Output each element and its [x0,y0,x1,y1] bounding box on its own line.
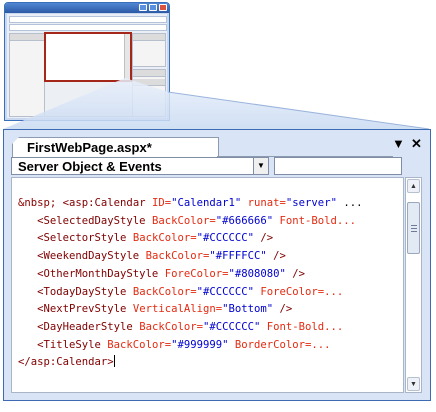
scroll-up-arrow-icon[interactable]: ▲ [407,179,420,193]
thumbnail-right-pane-top [132,33,166,67]
code-token: <DayHeaderStyle [18,320,140,333]
code-token: BorderColor=... [234,338,331,351]
code-line: &nbsp; <asp:Calendar ID="Calendar1" runa… [18,195,362,211]
code-token: /> [292,267,306,280]
code-line: <DayHeaderStyle BackColor="#CCCCCC" Font… [18,319,343,335]
code-token: <OtherMonthDayStyle [18,267,165,280]
code-token: &nbsp; [18,197,63,209]
code-token: <asp:Calendar [62,197,152,209]
thumbnail-menu-bar [9,16,167,23]
thumbnail-editor-highlight [44,32,132,82]
code-token: <WeekendDayStyle [18,250,146,263]
pane-header [10,34,44,41]
maximize-icon [149,4,157,11]
document-tab-label: FirstWebPage.aspx* [27,140,152,155]
code-line: </asp:Calendar> [18,354,115,370]
code-token: BackColor= [132,285,197,298]
code-token: BackColor= [139,320,203,333]
code-line: <TodayDayStyle BackColor="#CCCCCC" ForeC… [18,284,343,300]
code-line: <SelectedDayStyle BackColor="#666666" Fo… [18,213,356,229]
code-token: "server" [285,197,344,209]
code-token: "Calendar1" [171,197,248,209]
code-token: Font-Bold... [266,320,344,333]
text-caret [113,355,115,368]
document-tab[interactable]: FirstWebPage.aspx* [12,137,219,158]
code-token: /> [273,250,286,263]
code-line: <WeekendDayStyle BackColor="#FFFFCC" /> [18,248,286,264]
vertical-scrollbar[interactable]: ▲ ▼ [405,177,422,393]
pane-header [133,79,165,86]
minimize-icon [139,4,147,11]
code-token: "#CCCCCC" [196,232,261,245]
code-text-area[interactable]: &nbsp; <asp:Calendar ID="Calendar1" runa… [11,177,404,393]
pane-header [133,34,165,41]
scrollbar-thumb[interactable] [407,202,420,254]
code-token: <NextPrevStyle [18,303,133,316]
code-token: <SelectorStyle [18,232,133,245]
grip-line [411,228,417,229]
code-token: <TitleSyle [18,338,108,351]
grip-line [411,231,417,232]
thumbnail-editor-scrollbar [124,34,130,80]
ide-window-thumbnail [4,2,170,121]
code-token: "#666666" [215,214,280,227]
thumbnail-right-pane-bottom [132,69,166,117]
code-editor-panel: FirstWebPage.aspx* ▼ ✕ Server Object & E… [3,129,431,401]
code-token: "#808080" [228,267,293,280]
code-token: "Bottom" [222,303,280,316]
code-token: ForeColor=... [260,285,344,298]
code-line: <TitleSyle BackColor="#999999" BorderCol… [18,337,331,353]
object-selector-value: Server Object & Events [18,159,162,174]
close-icon[interactable]: ✕ [411,137,422,151]
event-selector-field[interactable] [274,157,402,175]
code-token: ForeColor= [164,267,229,280]
thumbnail-toolbar [9,24,167,31]
code-line: <NextPrevStyle VerticalAlign="Bottom" /> [18,301,292,317]
object-selector-dropdown[interactable]: Server Object & Events ▼ [11,157,269,175]
code-token: BackColor= [107,338,172,351]
code-token: /> [260,232,274,245]
code-token: </asp:Calendar> [18,356,114,369]
code-token: ... [343,197,363,209]
dropdown-arrow-icon[interactable]: ▼ [392,137,405,151]
pane-header [133,70,165,77]
code-token: BackColor= [132,232,197,245]
chevron-down-icon[interactable]: ▼ [253,158,268,174]
thumbnail-title-bar [5,3,169,13]
code-token: VerticalAlign= [132,303,223,316]
code-line: <OtherMonthDayStyle ForeColor="#808080" … [18,266,305,282]
code-token: /> [279,303,293,316]
code-token: "#CCCCCC" [196,285,261,298]
code-token: Font-Bold... [279,214,357,227]
code-token: <SelectedDayStyle [18,214,152,227]
close-icon [159,4,167,11]
code-token: runat= [247,197,286,209]
code-token: "#FFFFCC" [209,250,274,263]
thumbnail-left-pane [9,33,45,117]
code-line: <SelectorStyle BackColor="#CCCCCC" /> [18,230,273,246]
code-token: ID= [151,197,172,209]
code-token: BackColor= [151,214,216,227]
code-token: BackColor= [145,250,210,263]
scroll-down-arrow-icon[interactable]: ▼ [407,377,420,391]
code-token: "#CCCCCC" [202,320,267,333]
grip-line [411,225,417,226]
code-token: "#999999" [171,338,235,351]
code-token: <TodayDayStyle [18,285,133,298]
